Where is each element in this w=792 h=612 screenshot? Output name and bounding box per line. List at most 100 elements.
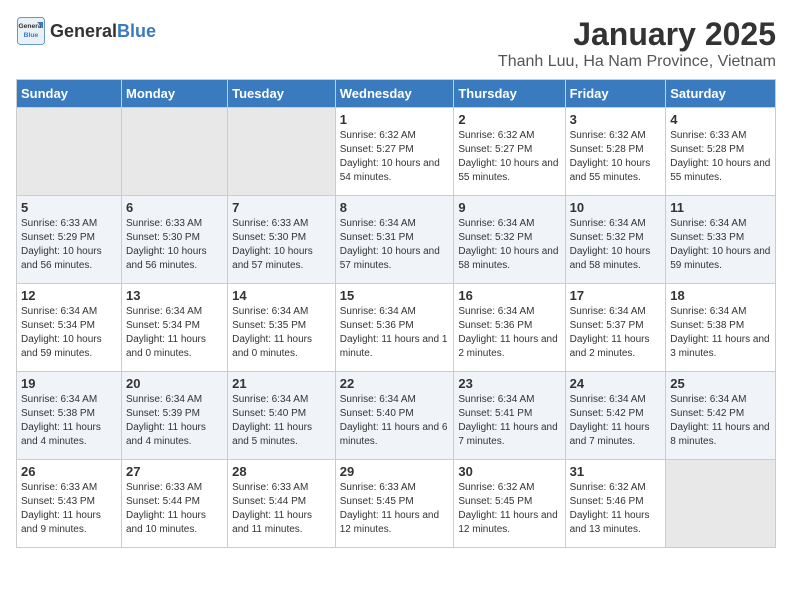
day-number: 13 — [126, 288, 223, 303]
day-number: 5 — [21, 200, 117, 215]
column-header-monday: Monday — [121, 80, 227, 108]
day-number: 8 — [340, 200, 450, 215]
calendar-cell: 1 Sunrise: 6:32 AM Sunset: 5:27 PM Daylig… — [335, 108, 454, 196]
day-number: 21 — [232, 376, 331, 391]
calendar-cell: 3 Sunrise: 6:32 AM Sunset: 5:28 PM Daylig… — [565, 108, 666, 196]
calendar-week-row: 12 Sunrise: 6:34 AM Sunset: 5:34 PM Dayli… — [17, 284, 776, 372]
column-header-saturday: Saturday — [666, 80, 776, 108]
day-number: 30 — [458, 464, 560, 479]
column-header-friday: Friday — [565, 80, 666, 108]
day-number: 6 — [126, 200, 223, 215]
calendar-header-row: SundayMondayTuesdayWednesdayThursdayFrid… — [17, 80, 776, 108]
calendar-cell: 10 Sunrise: 6:34 AM Sunset: 5:32 PM Dayli… — [565, 196, 666, 284]
day-number: 3 — [570, 112, 662, 127]
day-info: Sunrise: 6:33 AM Sunset: 5:30 PM Dayligh… — [126, 217, 223, 273]
day-info: Sunrise: 6:32 AM Sunset: 5:45 PM Dayligh… — [458, 481, 560, 537]
day-info: Sunrise: 6:34 AM Sunset: 5:31 PM Dayligh… — [340, 217, 450, 273]
calendar-cell: 13 Sunrise: 6:34 AM Sunset: 5:34 PM Dayli… — [121, 284, 227, 372]
calendar-week-row: 26Sunrise: 6:33 AM Sunset: 5:43 PM Dayli… — [17, 460, 776, 548]
column-header-tuesday: Tuesday — [228, 80, 336, 108]
page-subtitle: Thanh Luu, Ha Nam Province, Vietnam — [498, 53, 776, 71]
day-number: 31 — [570, 464, 662, 479]
day-number: 29 — [340, 464, 450, 479]
day-info: Sunrise: 6:34 AM Sunset: 5:40 PM Dayligh… — [340, 393, 450, 449]
calendar-cell: 2 Sunrise: 6:32 AM Sunset: 5:27 PM Daylig… — [454, 108, 565, 196]
calendar-cell: 25Sunrise: 6:34 AM Sunset: 5:42 PM Dayli… — [666, 372, 776, 460]
calendar-cell: 19 Sunrise: 6:34 AM Sunset: 5:38 PM Dayli… — [17, 372, 122, 460]
calendar-cell: 23 Sunrise: 6:34 AM Sunset: 5:41 PM Dayli… — [454, 372, 565, 460]
calendar-week-row: 19 Sunrise: 6:34 AM Sunset: 5:38 PM Dayli… — [17, 372, 776, 460]
calendar-cell: 17Sunrise: 6:34 AM Sunset: 5:37 PM Dayli… — [565, 284, 666, 372]
day-number: 22 — [340, 376, 450, 391]
calendar-cell: 24Sunrise: 6:34 AM Sunset: 5:42 PM Dayli… — [565, 372, 666, 460]
day-info: Sunrise: 6:34 AM Sunset: 5:38 PM Dayligh… — [21, 393, 117, 449]
day-info: Sunrise: 6:34 AM Sunset: 5:37 PM Dayligh… — [570, 305, 662, 361]
day-number: 19 — [21, 376, 117, 391]
calendar-cell: 28Sunrise: 6:33 AM Sunset: 5:44 PM Dayli… — [228, 460, 336, 548]
day-number: 25 — [670, 376, 771, 391]
day-info: Sunrise: 6:33 AM Sunset: 5:44 PM Dayligh… — [232, 481, 331, 537]
day-number: 14 — [232, 288, 331, 303]
logo-icon: General Blue — [16, 16, 46, 46]
day-info: Sunrise: 6:33 AM Sunset: 5:30 PM Dayligh… — [232, 217, 331, 273]
day-info: Sunrise: 6:34 AM Sunset: 5:40 PM Dayligh… — [232, 393, 331, 449]
day-number: 18 — [670, 288, 771, 303]
day-info: Sunrise: 6:34 AM Sunset: 5:41 PM Dayligh… — [458, 393, 560, 449]
day-info: Sunrise: 6:34 AM Sunset: 5:39 PM Dayligh… — [126, 393, 223, 449]
calendar-cell: 15Sunrise: 6:34 AM Sunset: 5:36 PM Dayli… — [335, 284, 454, 372]
calendar-cell: 4Sunrise: 6:33 AM Sunset: 5:28 PM Daylig… — [666, 108, 776, 196]
day-info: Sunrise: 6:32 AM Sunset: 5:27 PM Dayligh… — [458, 129, 560, 185]
day-number: 27 — [126, 464, 223, 479]
calendar-cell: 21 Sunrise: 6:34 AM Sunset: 5:40 PM Dayli… — [228, 372, 336, 460]
day-number: 1 — [340, 112, 450, 127]
calendar-table: SundayMondayTuesdayWednesdayThursdayFrid… — [16, 79, 776, 548]
day-number: 23 — [458, 376, 560, 391]
calendar-week-row: 1 Sunrise: 6:32 AM Sunset: 5:27 PM Daylig… — [17, 108, 776, 196]
calendar-cell: 22 Sunrise: 6:34 AM Sunset: 5:40 PM Dayli… — [335, 372, 454, 460]
day-number: 10 — [570, 200, 662, 215]
day-number: 12 — [21, 288, 117, 303]
day-number: 11 — [670, 200, 771, 215]
svg-text:Blue: Blue — [24, 32, 39, 39]
day-info: Sunrise: 6:33 AM Sunset: 5:43 PM Dayligh… — [21, 481, 117, 537]
calendar-cell: 30 Sunrise: 6:32 AM Sunset: 5:45 PM Dayli… — [454, 460, 565, 548]
page-header: General Blue GeneralBlue January 2025 Th… — [16, 16, 776, 71]
day-info: Sunrise: 6:34 AM Sunset: 5:36 PM Dayligh… — [340, 305, 450, 361]
column-header-sunday: Sunday — [17, 80, 122, 108]
calendar-cell: 29 Sunrise: 6:33 AM Sunset: 5:45 PM Dayli… — [335, 460, 454, 548]
calendar-cell — [17, 108, 122, 196]
day-info: Sunrise: 6:34 AM Sunset: 5:34 PM Dayligh… — [126, 305, 223, 361]
calendar-cell: 16Sunrise: 6:34 AM Sunset: 5:36 PM Dayli… — [454, 284, 565, 372]
page-title: January 2025 — [498, 16, 776, 53]
calendar-cell: 6 Sunrise: 6:33 AM Sunset: 5:30 PM Daylig… — [121, 196, 227, 284]
calendar-cell: 11Sunrise: 6:34 AM Sunset: 5:33 PM Dayli… — [666, 196, 776, 284]
calendar-cell: 18 Sunrise: 6:34 AM Sunset: 5:38 PM Dayli… — [666, 284, 776, 372]
day-info: Sunrise: 6:32 AM Sunset: 5:27 PM Dayligh… — [340, 129, 450, 185]
calendar-cell: 20Sunrise: 6:34 AM Sunset: 5:39 PM Dayli… — [121, 372, 227, 460]
calendar-cell — [666, 460, 776, 548]
calendar-week-row: 5 Sunrise: 6:33 AM Sunset: 5:29 PM Daylig… — [17, 196, 776, 284]
calendar-cell: 14Sunrise: 6:34 AM Sunset: 5:35 PM Dayli… — [228, 284, 336, 372]
day-number: 2 — [458, 112, 560, 127]
calendar-cell: 26Sunrise: 6:33 AM Sunset: 5:43 PM Dayli… — [17, 460, 122, 548]
day-number: 7 — [232, 200, 331, 215]
calendar-cell: 8 Sunrise: 6:34 AM Sunset: 5:31 PM Daylig… — [335, 196, 454, 284]
day-info: Sunrise: 6:34 AM Sunset: 5:32 PM Dayligh… — [570, 217, 662, 273]
day-info: Sunrise: 6:33 AM Sunset: 5:29 PM Dayligh… — [21, 217, 117, 273]
calendar-cell — [121, 108, 227, 196]
calendar-cell: 7 Sunrise: 6:33 AM Sunset: 5:30 PM Daylig… — [228, 196, 336, 284]
day-info: Sunrise: 6:32 AM Sunset: 5:46 PM Dayligh… — [570, 481, 662, 537]
day-info: Sunrise: 6:33 AM Sunset: 5:28 PM Dayligh… — [670, 129, 771, 185]
day-info: Sunrise: 6:34 AM Sunset: 5:32 PM Dayligh… — [458, 217, 560, 273]
calendar-cell: 9 Sunrise: 6:34 AM Sunset: 5:32 PM Daylig… — [454, 196, 565, 284]
logo-text: GeneralBlue — [50, 21, 156, 42]
column-header-thursday: Thursday — [454, 80, 565, 108]
calendar-cell: 27 Sunrise: 6:33 AM Sunset: 5:44 PM Dayli… — [121, 460, 227, 548]
day-number: 24 — [570, 376, 662, 391]
logo: General Blue GeneralBlue — [16, 16, 156, 46]
day-info: Sunrise: 6:33 AM Sunset: 5:44 PM Dayligh… — [126, 481, 223, 537]
day-info: Sunrise: 6:33 AM Sunset: 5:45 PM Dayligh… — [340, 481, 450, 537]
day-info: Sunrise: 6:34 AM Sunset: 5:38 PM Dayligh… — [670, 305, 771, 361]
day-info: Sunrise: 6:32 AM Sunset: 5:28 PM Dayligh… — [570, 129, 662, 185]
day-number: 9 — [458, 200, 560, 215]
